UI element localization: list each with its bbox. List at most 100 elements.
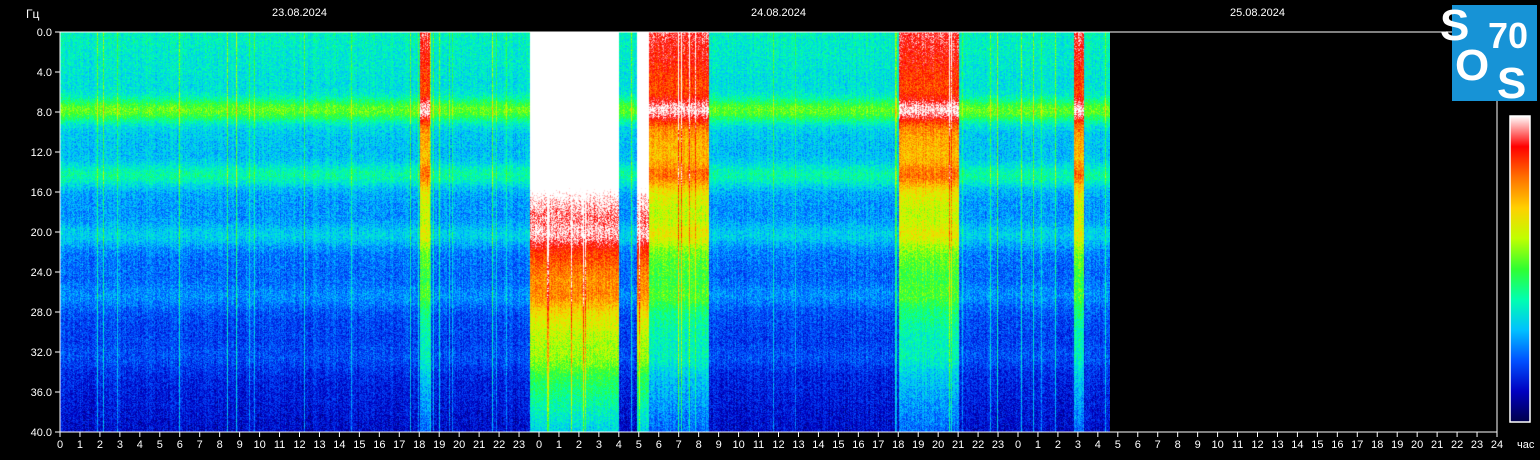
x-tick-label: 22 (1451, 439, 1463, 451)
x-tick-label: 8 (696, 439, 702, 451)
x-tick-label: 16 (852, 439, 864, 451)
x-tick-label: 13 (313, 439, 325, 451)
x-tick-label: 24 (1491, 439, 1503, 451)
logo-letter-o: O (1455, 41, 1489, 90)
date-label: 24.08.2024 (751, 7, 806, 19)
x-tick-label: 11 (753, 439, 764, 451)
x-tick-label: 3 (117, 439, 123, 451)
x-tick-label: 16 (1331, 439, 1343, 451)
spectrogram-chart: 0.0 4.0 8.0 12.0 16.0 20.0 24.0 28.0 32.0 36.0 40.… (26, 1, 1537, 451)
logo-number: 70 (1488, 15, 1528, 56)
date-labels: 23.08.2024 24.08.2024 25.08.2024 (272, 7, 1285, 19)
x-tick-label: 19 (912, 439, 924, 451)
x-tick-label: 16 (373, 439, 385, 451)
spectrogram-pixels (60, 32, 1110, 432)
x-axis: 0 1 2 3 4 5 6 7 8 9 10 11 12 13 14 15 16 17 18 19 20 21 22 23 0 1… (57, 432, 1503, 451)
y-axis-label: Гц (26, 7, 39, 21)
x-tick-label: 21 (1431, 439, 1443, 451)
x-tick-label: 15 (353, 439, 365, 451)
x-tick-label: 4 (1095, 439, 1101, 451)
x-tick-label: 4 (137, 439, 143, 451)
x-tick-label: 14 (812, 439, 824, 451)
sos70-logo: S 70 O S (1440, 1, 1537, 108)
colorbar-gradient (1509, 115, 1531, 423)
x-tick-label: 2 (1055, 439, 1061, 451)
x-tick-label: 18 (1371, 439, 1383, 451)
y-tick-label: 28.0 (31, 307, 52, 319)
x-tick-label: 1 (556, 439, 562, 451)
x-tick-label: 18 (892, 439, 904, 451)
x-tick-label: 19 (433, 439, 445, 451)
x-tick-label: 6 (177, 439, 183, 451)
x-tick-label: 4 (616, 439, 622, 451)
x-tick-label: 5 (1115, 439, 1121, 451)
y-tick-label: 8.0 (37, 107, 52, 119)
y-tick-label: 40.0 (31, 427, 52, 439)
x-tick-label: 2 (576, 439, 582, 451)
x-tick-label: 20 (1411, 439, 1423, 451)
x-tick-label: 23 (1471, 439, 1483, 451)
x-tick-label: 20 (453, 439, 465, 451)
x-tick-label: 22 (972, 439, 984, 451)
y-tick-label: 0.0 (37, 27, 52, 39)
y-tick-label: 16.0 (31, 187, 52, 199)
x-tick-label: 7 (676, 439, 682, 451)
x-tick-label: 13 (1271, 439, 1283, 451)
x-tick-label: 17 (872, 439, 884, 451)
x-tick-label: 5 (157, 439, 163, 451)
x-tick-label: 21 (473, 439, 485, 451)
y-tick-label: 20.0 (31, 227, 52, 239)
x-tick-label: 14 (333, 439, 345, 451)
x-tick-label: 9 (1195, 439, 1201, 451)
x-tick-label: 23 (513, 439, 525, 451)
x-tick-label: 1 (1035, 439, 1041, 451)
x-tick-label: 8 (217, 439, 223, 451)
x-tick-label: 10 (1211, 439, 1223, 451)
colorbar (1509, 115, 1531, 423)
x-tick-label: 23 (992, 439, 1004, 451)
y-tick-label: 32.0 (31, 347, 52, 359)
x-tick-label: 0 (1015, 439, 1021, 451)
x-tick-label: 20 (932, 439, 944, 451)
x-tick-label: 11 (274, 439, 285, 451)
y-tick-label: 36.0 (31, 387, 52, 399)
y-tick-label: 12.0 (31, 147, 52, 159)
x-tick-label: 12 (293, 439, 305, 451)
x-tick-label: 12 (1251, 439, 1263, 451)
spectrogram-heatmap (60, 32, 1110, 432)
y-tick-label: 4.0 (37, 67, 52, 79)
x-tick-label: 7 (1155, 439, 1161, 451)
x-tick-label: 9 (716, 439, 722, 451)
x-tick-label: 13 (792, 439, 804, 451)
x-tick-label: 19 (1391, 439, 1403, 451)
x-tick-label: 22 (493, 439, 505, 451)
x-tick-label: 9 (237, 439, 243, 451)
x-tick-label: 6 (1135, 439, 1141, 451)
y-tick-label: 24.0 (31, 267, 52, 279)
logo-letter-s-bottom: S (1497, 59, 1526, 108)
x-tick-label: 10 (253, 439, 265, 451)
x-axis-unit-label: час (1517, 439, 1535, 451)
x-tick-label: 0 (536, 439, 542, 451)
x-tick-label: 12 (772, 439, 784, 451)
date-label: 25.08.2024 (1230, 7, 1285, 19)
x-tick-label: 17 (393, 439, 405, 451)
x-tick-label: 17 (1351, 439, 1363, 451)
x-tick-label: 10 (732, 439, 744, 451)
x-tick-label: 21 (952, 439, 964, 451)
x-tick-label: 6 (656, 439, 662, 451)
x-tick-label: 18 (413, 439, 425, 451)
x-tick-label: 0 (57, 439, 63, 451)
x-tick-label: 15 (1311, 439, 1323, 451)
x-tick-label: 2 (97, 439, 103, 451)
x-tick-label: 3 (596, 439, 602, 451)
x-tick-label: 5 (636, 439, 642, 451)
x-tick-label: 15 (832, 439, 844, 451)
x-tick-label: 3 (1075, 439, 1081, 451)
x-tick-label: 7 (197, 439, 203, 451)
x-tick-label: 1 (77, 439, 83, 451)
x-tick-label: 11 (1232, 439, 1243, 451)
y-axis: 0.0 4.0 8.0 12.0 16.0 20.0 24.0 28.0 32.0 36.0 40.… (31, 27, 60, 439)
date-label: 23.08.2024 (272, 7, 327, 19)
x-tick-label: 14 (1291, 439, 1303, 451)
